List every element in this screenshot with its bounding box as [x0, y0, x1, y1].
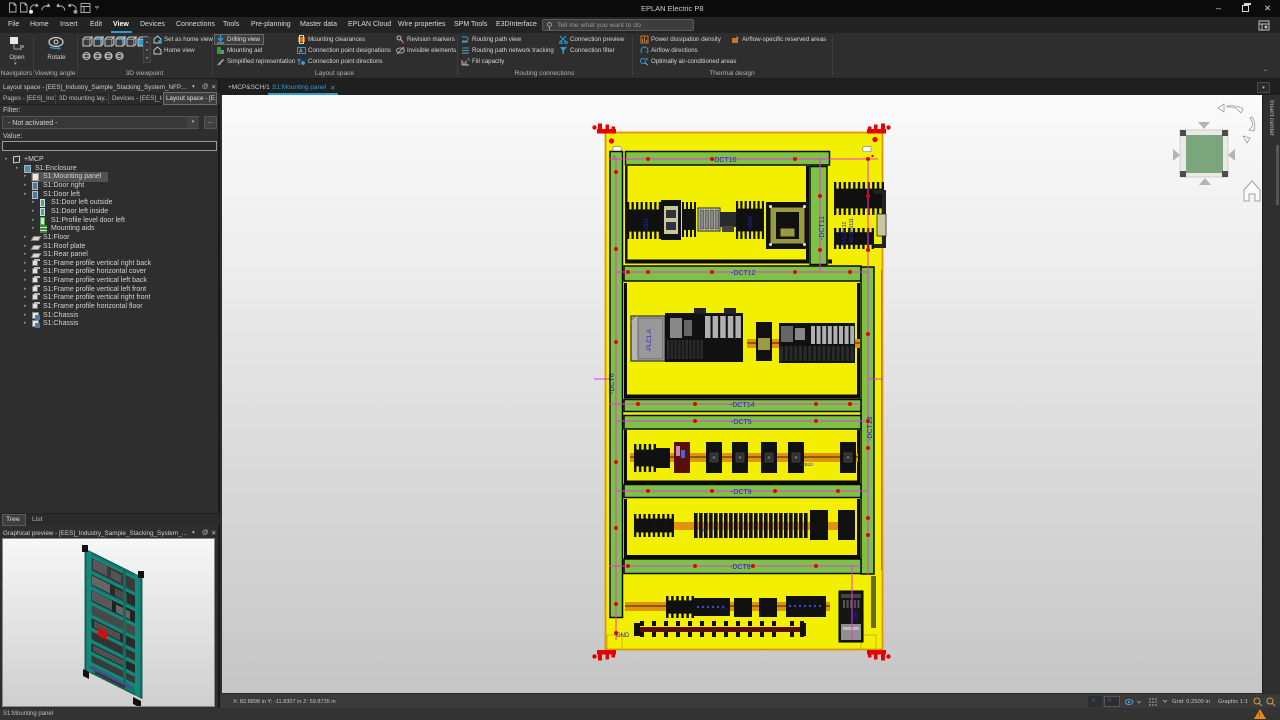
svg-text:-CB02: -CB02: [748, 216, 754, 230]
svg-text:GND: GND: [616, 633, 630, 639]
svg-text:A: A: [299, 49, 303, 55]
svg-text:-CB10: -CB10: [800, 462, 813, 467]
svg-text:-DCT8: -DCT8: [730, 564, 751, 571]
svg-text:-DCT9: -DCT9: [731, 489, 752, 496]
svg-text:-DCT10: -DCT10: [712, 157, 737, 164]
svg-text:-F1: -F1: [720, 606, 727, 611]
svg-text:-DISC0111: -DISC0111: [842, 222, 848, 248]
svg-text:-CB01: -CB01: [644, 218, 650, 232]
svg-text:-RECP0111: -RECP0111: [849, 218, 855, 244]
svg-text:!: !: [1258, 713, 1260, 720]
svg-text:-DCT14: -DCT14: [730, 402, 755, 409]
svg-text:-DCT5: -DCT5: [731, 419, 752, 426]
svg-text:-X1: -X1: [700, 528, 708, 533]
svg-text:-DCT12: -DCT12: [731, 270, 756, 277]
svg-text:-PLC1.A: -PLC1.A: [647, 329, 653, 352]
svg-text:-DCT6: -DCT6: [609, 373, 616, 394]
svg-text:-K1: -K1: [669, 223, 674, 231]
svg-text:-CB5: -CB5: [854, 610, 860, 622]
svg-text:-DCT11: -DCT11: [819, 216, 826, 240]
svg-text:-DCT13: -DCT13: [867, 416, 874, 441]
